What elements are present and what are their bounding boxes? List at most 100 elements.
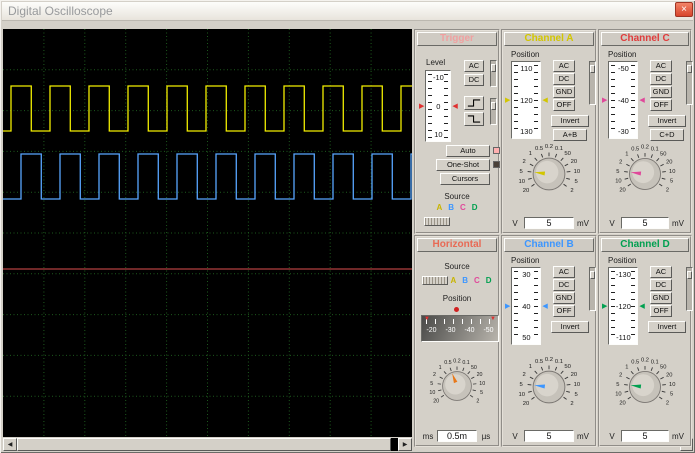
- channel-b-invert-button[interactable]: Invert: [551, 321, 589, 333]
- channel-d-fine-slider[interactable]: [686, 267, 693, 311]
- trigger-coupling-slider[interactable]: [490, 60, 497, 87]
- scope-h-scrollbar[interactable]: ◀ ▶: [3, 438, 412, 451]
- channel-a-fine-slider[interactable]: [589, 61, 596, 105]
- slider-thumb[interactable]: [687, 65, 692, 73]
- horizontal-position-slider[interactable]: ▼ ▼ -20 -30 -40 -50: [421, 315, 499, 342]
- horizontal-source-selector[interactable]: A B C D: [448, 276, 494, 285]
- svg-text:0.1: 0.1: [555, 146, 563, 152]
- source-c-label[interactable]: C: [474, 276, 480, 285]
- channel-c-off-button[interactable]: OFF: [650, 99, 672, 111]
- auto-led: [493, 147, 500, 154]
- unit-left-label: V: [512, 431, 518, 441]
- channel-d-scale-readout: V 5 mV: [605, 430, 685, 442]
- trigger-source-slider[interactable]: [424, 217, 450, 226]
- channel-c-dc-button[interactable]: DC: [650, 73, 672, 85]
- channel-b-panel: Channel B Position ▶ 30 40 50 ◀ AC DC GN…: [501, 235, 597, 447]
- slider-thumb[interactable]: [491, 102, 496, 110]
- channel-d-off-button[interactable]: OFF: [650, 305, 672, 317]
- channel-a-invert-button[interactable]: Invert: [551, 115, 589, 127]
- unit-right-label: mV: [672, 431, 684, 441]
- trigger-one-shot-button[interactable]: One-Shot: [436, 159, 490, 171]
- svg-text:2: 2: [619, 372, 622, 378]
- channel-c-ac-button[interactable]: AC: [650, 60, 672, 72]
- channel-b-gnd-button[interactable]: GND: [553, 292, 575, 304]
- channel-d-gnd-button[interactable]: GND: [650, 292, 672, 304]
- scale-value: 5: [621, 217, 669, 229]
- trigger-falling-edge-button[interactable]: [464, 112, 484, 126]
- channel-c-invert-button[interactable]: Invert: [648, 115, 686, 127]
- channel-b-ac-button[interactable]: AC: [553, 266, 575, 278]
- channel-b-off-button[interactable]: OFF: [553, 305, 575, 317]
- svg-text:10: 10: [669, 169, 675, 175]
- channel-b-fine-slider[interactable]: [589, 267, 596, 311]
- position-scale: -130 -120 -110: [608, 267, 639, 345]
- scroll-right-button[interactable]: ▶: [398, 438, 412, 451]
- knob-dial: 20105210.5 0.2 0.150201052: [519, 144, 581, 194]
- slider-thumb[interactable]: [491, 64, 496, 72]
- channel-c-gnd-button[interactable]: GND: [650, 86, 672, 98]
- timebase-readout: ms 0.5m µs: [421, 430, 493, 442]
- channel-b-title: Channel B: [504, 238, 594, 252]
- channel-c-scale-knob[interactable]: 20 10 5 2 1 0.5 0.2 0.1 50 20 10 5 2: [603, 133, 687, 215]
- scroll-thumb[interactable]: [17, 438, 391, 451]
- scroll-left-button[interactable]: ◀: [3, 438, 17, 451]
- source-d-label[interactable]: D: [472, 203, 478, 212]
- channel-a-position-slider[interactable]: ▶ 110 120 130 ◀: [505, 61, 548, 139]
- unit-left-label: V: [609, 218, 615, 228]
- timebase-knob[interactable]: 20 10 5 2 1 0.5 0.2 0.1 50 20 10 5 2: [418, 344, 496, 428]
- svg-text:5: 5: [430, 381, 433, 387]
- scroll-track[interactable]: [391, 438, 398, 451]
- channel-d-position-slider[interactable]: ▶ -130 -120 -110 ◀: [602, 267, 645, 345]
- slider-thumb[interactable]: [590, 65, 595, 73]
- tick-label: -40: [464, 327, 475, 334]
- svg-text:5: 5: [616, 382, 619, 388]
- channel-a-gnd-button[interactable]: GND: [553, 86, 575, 98]
- trigger-ac-button[interactable]: AC: [464, 60, 484, 72]
- trigger-source-selector[interactable]: A B C D: [418, 203, 496, 212]
- slider-thumb[interactable]: [590, 271, 595, 279]
- tick-label: 120: [520, 95, 533, 105]
- source-b-label[interactable]: B: [448, 203, 454, 212]
- trigger-cursors-button[interactable]: Cursors: [440, 173, 490, 185]
- channel-d-ac-button[interactable]: AC: [650, 266, 672, 278]
- channel-c-panel: Channel C Position ▶ -50 -40 -30 ◀ AC DC…: [598, 29, 693, 234]
- one-shot-led: [493, 161, 500, 168]
- svg-text:0.2: 0.2: [545, 144, 553, 150]
- channel-a-scale-knob[interactable]: 20 10 5 2 1 0.5 0.2 0.1 50 20 10 5 2: [506, 133, 592, 215]
- trigger-rising-edge-button[interactable]: [464, 96, 484, 110]
- position-arrow-right-icon: ◀: [639, 302, 645, 310]
- trigger-dc-button[interactable]: DC: [464, 74, 484, 86]
- channel-c-fine-slider[interactable]: [686, 61, 693, 105]
- channel-b-dc-button[interactable]: DC: [553, 279, 575, 291]
- channel-d-invert-button[interactable]: Invert: [648, 321, 686, 333]
- channel-c-position-slider[interactable]: ▶ -50 -40 -30 ◀: [602, 61, 645, 139]
- svg-text:10: 10: [669, 382, 675, 388]
- unit-left-label: V: [609, 431, 615, 441]
- close-button[interactable]: ×: [675, 2, 693, 17]
- tick-label: -10: [432, 73, 444, 82]
- source-a-label[interactable]: A: [450, 276, 456, 285]
- source-c-label[interactable]: C: [460, 203, 466, 212]
- trigger-level-slider[interactable]: ▶ -10 0 10 ◀: [419, 70, 458, 142]
- channel-a-dc-button[interactable]: DC: [553, 73, 575, 85]
- trigger-edge-slider[interactable]: [490, 98, 497, 125]
- knob-dial: 20105210.5 0.2 0.150201052: [519, 357, 581, 407]
- source-d-label[interactable]: D: [486, 276, 492, 285]
- svg-text:5: 5: [670, 179, 673, 185]
- channel-a-ac-button[interactable]: AC: [553, 60, 575, 72]
- trigger-panel: Trigger Level ▶ -10 0 10 ◀ AC DC Auto On…: [414, 29, 500, 234]
- channel-b-position-slider[interactable]: ▶ 30 40 50 ◀: [505, 267, 548, 345]
- slider-thumb[interactable]: [687, 271, 692, 279]
- svg-text:0.5: 0.5: [631, 146, 639, 152]
- channel-d-scale-knob[interactable]: 20 10 5 2 1 0.5 0.2 0.1 50 20 10 5 2: [603, 346, 687, 428]
- horizontal-source-slider[interactable]: [422, 276, 448, 285]
- scope-canvas: [3, 29, 412, 437]
- channel-a-off-button[interactable]: OFF: [553, 99, 575, 111]
- channel-b-scale-knob[interactable]: 20 10 5 2 1 0.5 0.2 0.1 50 20 10 5 2: [506, 346, 592, 428]
- source-a-label[interactable]: A: [436, 203, 442, 212]
- window-titlebar[interactable]: Digital Oscilloscope: [2, 2, 693, 21]
- trigger-auto-button[interactable]: Auto: [446, 145, 490, 157]
- channel-d-dc-button[interactable]: DC: [650, 279, 672, 291]
- source-b-label[interactable]: B: [462, 276, 468, 285]
- channel-a-title: Channel A: [504, 32, 594, 46]
